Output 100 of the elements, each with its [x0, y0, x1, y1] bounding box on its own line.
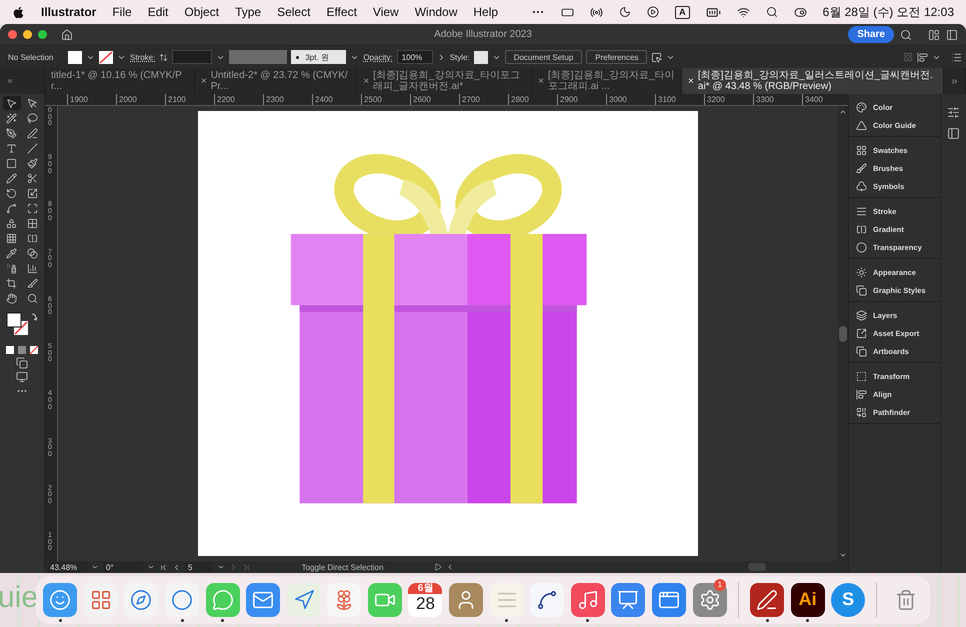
- ruler-label: 3000: [606, 94, 655, 105]
- previous-page-icon: [172, 562, 181, 572]
- circle-icon: [856, 242, 867, 252]
- stroke-weight-field[interactable]: [172, 50, 212, 64]
- tab-close[interactable]: ×: [538, 76, 544, 86]
- opacity-field[interactable]: 100%: [396, 50, 433, 64]
- stroke-lines-icon: [856, 206, 867, 216]
- menu-item[interactable]: Select: [277, 5, 310, 19]
- calendar-day: 28: [416, 594, 435, 614]
- menu-item[interactable]: Window: [414, 5, 458, 19]
- dashed-square-icon: [856, 370, 867, 382]
- menu-item[interactable]: Help: [473, 5, 498, 19]
- grid-icon: [27, 218, 38, 228]
- app-grid-icon: [90, 588, 112, 610]
- zoom-window-button[interactable]: [38, 30, 47, 39]
- ruler-label: 2800: [508, 94, 557, 105]
- artboard-field[interactable]: 5: [185, 562, 213, 572]
- style-swatch[interactable]: [474, 50, 488, 64]
- blend-circles-icon: [27, 248, 38, 258]
- club-icon: [856, 180, 867, 192]
- chevron-down-icon: [147, 563, 155, 571]
- ruler-label: 3200: [704, 94, 753, 105]
- panel-icon: [946, 28, 958, 40]
- ruler-label: 2500: [361, 94, 410, 105]
- panel-icon: [947, 127, 960, 140]
- compass-icon: [130, 588, 152, 610]
- rotation-field[interactable]: 0°: [103, 562, 143, 572]
- opacity-label[interactable]: Opacity:: [363, 52, 393, 62]
- scroll-thumb[interactable]: [748, 563, 766, 571]
- zoom-field[interactable]: 43.48%: [47, 562, 87, 572]
- apple-icon[interactable]: [12, 6, 25, 18]
- screen-mode-icon: [16, 371, 28, 383]
- paintbrush-icon: [27, 158, 38, 168]
- app-logo-button[interactable]: Ai: [790, 582, 825, 616]
- search-icon: [766, 6, 778, 18]
- menu-item[interactable]: Edit: [148, 5, 168, 19]
- document-tab[interactable]: × [최종]김용희_강의자료_일러스트레이션_글씨캔버전.ai* @ 43.48 % (RGB/Preview): [682, 68, 944, 94]
- control-toggle-icon: [794, 6, 807, 18]
- sun-icon: [856, 266, 867, 278]
- tool-button[interactable]: [2, 96, 20, 110]
- minimize-window-button[interactable]: [23, 30, 32, 39]
- ruler-label: 2200: [214, 94, 263, 105]
- calendar-tile[interactable]: 6월 28: [408, 582, 442, 616]
- calendar-month: 6월: [408, 582, 442, 594]
- magnifier-icon: [27, 292, 38, 304]
- color-mode-icon[interactable]: [4, 345, 40, 355]
- scissors-icon: [27, 172, 38, 184]
- menu-item[interactable]: File: [112, 5, 132, 19]
- window-title: Adobe Illustrator 2023: [434, 29, 532, 40]
- swatch-grid-icon: [856, 144, 867, 156]
- menu-item[interactable]: View: [372, 5, 399, 19]
- input-source-indicator[interactable]: A: [675, 6, 690, 18]
- line-icon: [27, 142, 38, 154]
- properties-toggle-icon: [917, 52, 928, 62]
- selection-status: No Selection: [7, 52, 54, 62]
- ruler-label: 1900: [67, 94, 116, 105]
- triangle-icon: [856, 120, 867, 130]
- clock[interactable]: 6월 28일 (수) 오전 12:03: [822, 4, 954, 20]
- knife-icon: [27, 278, 38, 288]
- last-page-icon: [242, 562, 251, 572]
- eyedropper-icon: [6, 248, 17, 258]
- magic-wand-icon: [6, 112, 17, 124]
- overlapping-squares-icon: [856, 284, 867, 296]
- transform-corners-icon: [27, 202, 38, 214]
- chat-bubble-icon: [212, 588, 234, 610]
- control-button[interactable]: Preferences: [586, 50, 648, 64]
- ruler-label: 2700: [459, 94, 508, 105]
- scribble-icon: [536, 588, 558, 610]
- tab-close[interactable]: ×: [363, 76, 370, 86]
- tab-close[interactable]: ×: [688, 76, 694, 86]
- collapse-icon: [6, 77, 14, 85]
- scroll-thumb[interactable]: [839, 326, 847, 342]
- stroke-label[interactable]: Stroke:: [130, 52, 156, 62]
- trash-can-icon: [894, 588, 917, 610]
- fill-swatch[interactable]: [68, 50, 82, 64]
- dock-app-button[interactable]: [750, 582, 784, 616]
- tab-close[interactable]: ×: [200, 76, 207, 86]
- pencil-icon: [6, 172, 17, 184]
- play-icon: [434, 563, 442, 571]
- scroll-up-icon: [839, 108, 847, 116]
- ruler-label: 2300: [263, 94, 312, 105]
- first-page-icon: [159, 562, 168, 572]
- ruler-label: 2900: [557, 94, 606, 105]
- app-menu[interactable]: Illustrator: [41, 5, 96, 19]
- stroke-swatch[interactable]: [99, 50, 113, 64]
- draw-mode-icon: [16, 357, 28, 369]
- menu-item[interactable]: Type: [235, 5, 262, 19]
- brush-field[interactable]: 3pt. 원: [291, 50, 346, 64]
- gear-icon: [698, 588, 721, 610]
- menu-item[interactable]: Object: [184, 5, 220, 19]
- close-window-button[interactable]: [8, 30, 17, 39]
- wifi-icon: [736, 6, 750, 18]
- dock-app-button[interactable]: [530, 582, 564, 616]
- combine-squares-icon: [856, 406, 867, 418]
- menu-item[interactable]: Effect: [326, 5, 357, 19]
- play-circle-icon: [647, 6, 660, 18]
- ruler-label: 3300: [753, 94, 802, 105]
- palette-icon: [856, 102, 867, 112]
- share-button[interactable]: Share: [848, 26, 894, 43]
- control-button[interactable]: Document Setup: [504, 50, 582, 64]
